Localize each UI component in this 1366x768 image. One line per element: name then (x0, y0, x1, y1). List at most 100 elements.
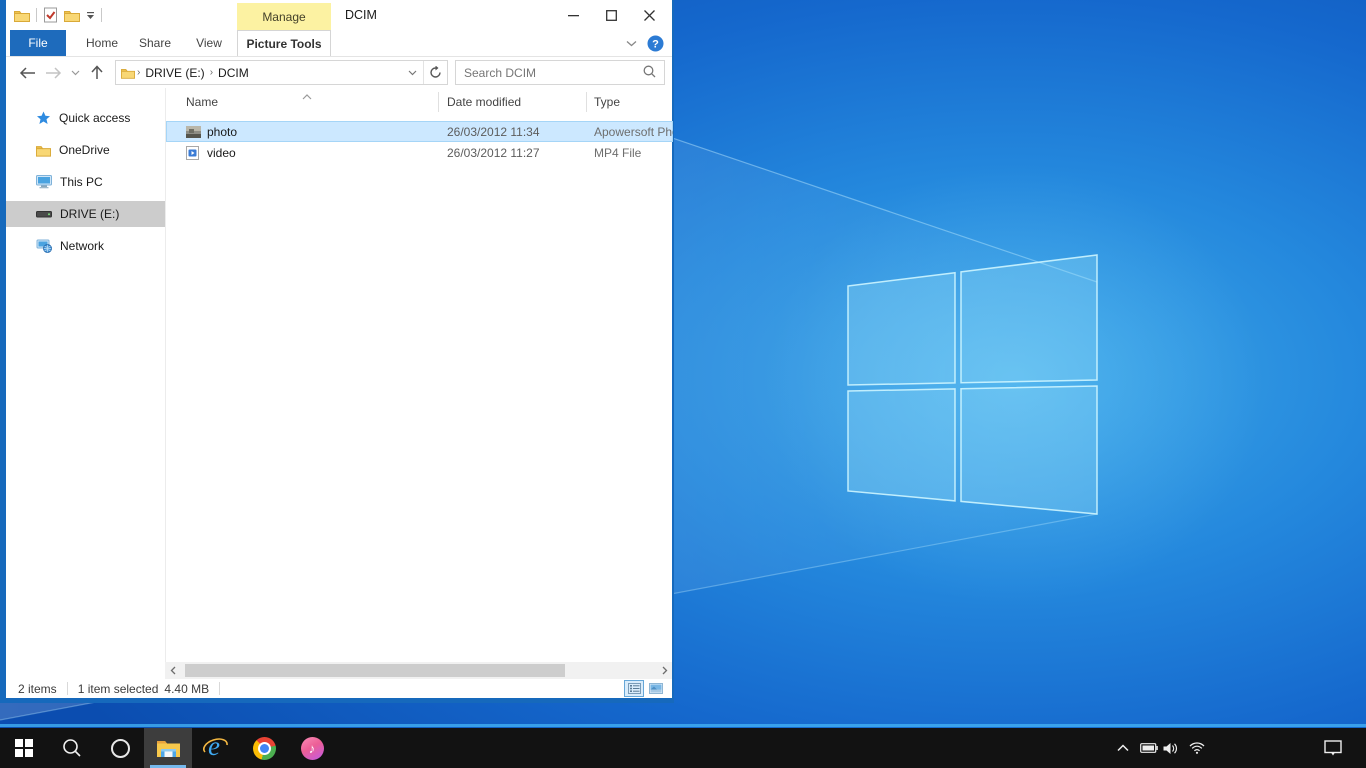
qat-separator (36, 8, 37, 22)
wifi-icon (1189, 742, 1205, 754)
title-bar[interactable]: Manage DCIM (6, 0, 672, 30)
help-icon[interactable]: ? (647, 35, 664, 52)
qat-new-folder-icon[interactable] (64, 9, 80, 22)
taskbar-search-button[interactable] (48, 728, 96, 768)
breadcrumb-folder[interactable]: DCIM (215, 66, 252, 80)
navigation-pane: Quick access OneDrive This PC (6, 88, 165, 662)
breadcrumb-chevron-icon: › (135, 67, 142, 78)
windows-start-icon (15, 739, 33, 757)
itunes-icon: ♪ (301, 737, 324, 760)
scrollbar-thumb[interactable] (185, 664, 565, 677)
selection-size: 4.40 MB (164, 682, 209, 696)
sidebar-item-label: Network (60, 239, 104, 253)
file-list: Name Date modified Type photo 26/03/2012… (165, 88, 672, 662)
status-separator (219, 682, 220, 695)
taskbar: e ♪ (0, 728, 1366, 768)
scroll-right-arrow[interactable] (657, 662, 672, 679)
action-center-icon (1324, 740, 1342, 756)
chevron-up-icon (1117, 744, 1129, 752)
volume-status[interactable] (1158, 728, 1184, 768)
wifi-status[interactable] (1184, 728, 1210, 768)
file-explorer-window: Manage DCIM File Home S (0, 0, 674, 703)
search-input[interactable] (456, 66, 643, 80)
tab-picture-tools[interactable]: Picture Tools (237, 30, 331, 56)
up-button[interactable] (84, 60, 110, 86)
drive-icon (36, 210, 52, 218)
taskbar-chrome-button[interactable] (240, 728, 288, 768)
refresh-icon[interactable] (423, 61, 447, 84)
recent-locations-chevron-icon[interactable] (66, 60, 84, 86)
back-button[interactable] (14, 60, 40, 86)
action-center-button[interactable] (1318, 728, 1348, 768)
expand-ribbon-chevron-icon[interactable] (626, 40, 637, 47)
file-row-photo[interactable]: photo 26/03/2012 11:34 Apowersoft Pho (166, 121, 673, 142)
qat-folder-icon[interactable] (14, 9, 30, 22)
horizontal-scrollbar[interactable] (165, 662, 672, 679)
column-header-name[interactable]: Name (186, 88, 218, 116)
taskbar-file-explorer-button[interactable] (144, 728, 192, 768)
window-title: DCIM (345, 0, 377, 30)
tab-file[interactable]: File (10, 30, 66, 56)
scroll-left-arrow[interactable] (165, 662, 180, 679)
column-header-type[interactable]: Type (594, 88, 620, 116)
quick-access-toolbar (14, 0, 102, 30)
tab-home[interactable]: Home (80, 30, 124, 56)
navigation-bar: › DRIVE (E:) › DCIM (6, 57, 672, 88)
quick-access-star-icon (36, 111, 51, 125)
start-button[interactable] (0, 728, 48, 768)
qat-customize-dropdown-icon[interactable] (86, 11, 95, 20)
taskbar-itunes-button[interactable]: ♪ (288, 728, 336, 768)
network-icon (36, 239, 52, 253)
breadcrumb-drive[interactable]: DRIVE (E:) (142, 66, 207, 80)
maximize-button[interactable] (592, 0, 630, 30)
column-separator[interactable] (438, 92, 439, 112)
qat-properties-icon[interactable] (43, 7, 58, 23)
file-name: video (207, 146, 236, 160)
cortana-icon (111, 739, 130, 758)
forward-button[interactable] (40, 60, 66, 86)
column-header-date-modified[interactable]: Date modified (447, 88, 521, 116)
search-icon (62, 738, 82, 758)
manage-context-tab[interactable]: Manage (237, 3, 331, 30)
search-icon[interactable] (643, 65, 664, 81)
file-explorer-icon (156, 738, 181, 758)
address-dropdown-chevron-icon[interactable] (401, 61, 423, 84)
hidden-icons-chevron[interactable] (1110, 728, 1136, 768)
search-box[interactable] (455, 60, 665, 85)
status-separator (67, 682, 68, 695)
tab-share[interactable]: Share (132, 30, 178, 56)
photo-thumbnail-icon (186, 126, 201, 138)
battery-icon (1140, 743, 1158, 753)
sidebar-item-quick-access[interactable]: Quick access (6, 105, 165, 131)
sidebar-item-label: Quick access (59, 111, 130, 125)
cortana-button[interactable] (96, 728, 144, 768)
sidebar-item-label: This PC (60, 175, 103, 189)
close-button[interactable] (630, 0, 668, 30)
file-date-modified: 26/03/2012 11:27 (447, 146, 540, 160)
svg-text:?: ? (652, 38, 659, 50)
sidebar-item-label: DRIVE (E:) (60, 207, 119, 221)
ribbon-tabs: File Home Share View Picture Tools ? (6, 30, 672, 57)
this-pc-monitor-icon (36, 175, 52, 189)
internet-explorer-icon: e (203, 735, 229, 761)
thumbnails-view-button[interactable] (646, 680, 666, 697)
details-view-button[interactable] (624, 680, 644, 697)
tab-view[interactable]: View (188, 30, 230, 56)
address-bar[interactable]: › DRIVE (E:) › DCIM (115, 60, 448, 85)
breadcrumb-chevron-icon: › (208, 67, 215, 78)
speaker-icon (1163, 742, 1179, 755)
column-headers: Name Date modified Type (166, 88, 673, 116)
file-row-video[interactable]: video 26/03/2012 11:27 MP4 File (166, 142, 673, 163)
sidebar-item-onedrive[interactable]: OneDrive (6, 137, 165, 163)
taskbar-internet-explorer-button[interactable]: e (192, 728, 240, 768)
file-date-modified: 26/03/2012 11:34 (447, 125, 540, 139)
column-separator[interactable] (586, 92, 587, 112)
desktop: Manage DCIM File Home S (0, 0, 1366, 768)
sort-ascending-icon (302, 89, 312, 103)
minimize-button[interactable] (554, 0, 592, 30)
sidebar-item-this-pc[interactable]: This PC (6, 169, 165, 195)
sidebar-item-drive-e[interactable]: DRIVE (E:) (6, 201, 165, 227)
file-name: photo (207, 125, 237, 139)
sidebar-item-label: OneDrive (59, 143, 110, 157)
sidebar-item-network[interactable]: Network (6, 233, 165, 259)
